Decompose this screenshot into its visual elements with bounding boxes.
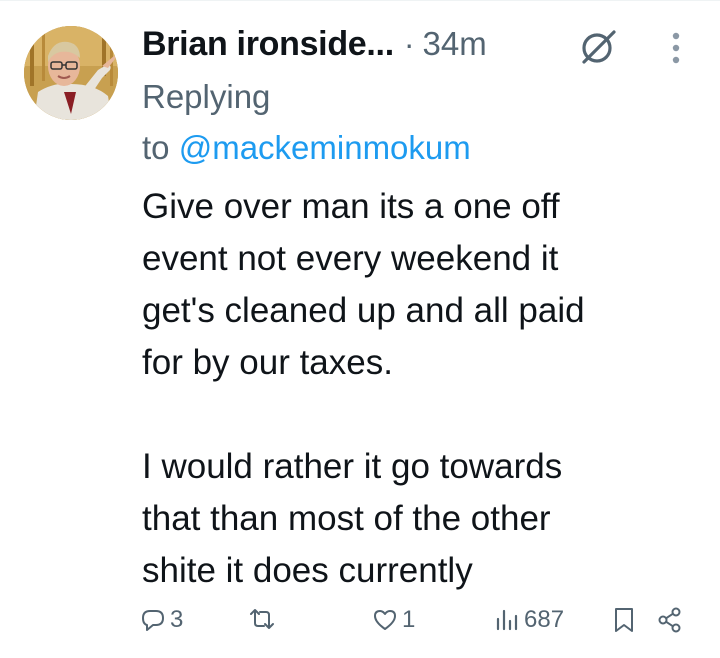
text-line: that than most of the other (142, 499, 551, 538)
tweet-header: Brian ironside... · 34m (142, 22, 487, 66)
reply-count: 3 (170, 606, 184, 633)
like-button[interactable]: 1 (372, 606, 415, 634)
text-line: Give over man its a one off (142, 187, 560, 226)
text-line: get's cleaned up and all paid (142, 291, 585, 330)
views-icon (496, 609, 518, 631)
grok-icon[interactable] (578, 27, 618, 67)
reply-button[interactable]: 3 (140, 606, 183, 634)
separator-dot: · (403, 25, 415, 62)
timestamp[interactable]: 34m (423, 25, 487, 63)
text-line: event not every weekend it (142, 239, 559, 278)
replying-label: Replying (142, 78, 271, 115)
tweet-text: Give over man its a one off event not ev… (142, 181, 702, 597)
avatar[interactable] (24, 26, 118, 120)
reply-handle-link[interactable]: @mackeminmokum (179, 129, 471, 166)
retweet-icon (250, 609, 274, 629)
tweet-card[interactable]: Brian ironside... · 34m Replying to @mac… (0, 0, 720, 658)
more-vertical-icon[interactable] (666, 30, 686, 66)
share-button[interactable] (656, 606, 684, 634)
avatar-image (24, 26, 118, 120)
share-icon (658, 607, 681, 633)
text-line: I would rather it go towards (142, 447, 563, 486)
replying-to-word: to (142, 129, 170, 166)
reply-icon (142, 610, 164, 631)
text-line: for by our taxes. (142, 343, 393, 382)
action-bar: 3 1 687 (0, 600, 720, 648)
bookmark-button[interactable] (612, 606, 636, 634)
like-count: 1 (402, 606, 416, 633)
display-name[interactable]: Brian ironside... (142, 25, 394, 64)
replying-to-line: to @mackeminmokum (142, 125, 471, 171)
views-button[interactable]: 687 (494, 606, 564, 634)
view-count: 687 (524, 606, 565, 633)
bookmark-icon (615, 608, 633, 632)
text-line: shite it does currently (142, 551, 473, 590)
retweet-button[interactable] (248, 606, 280, 632)
like-icon (374, 610, 396, 630)
